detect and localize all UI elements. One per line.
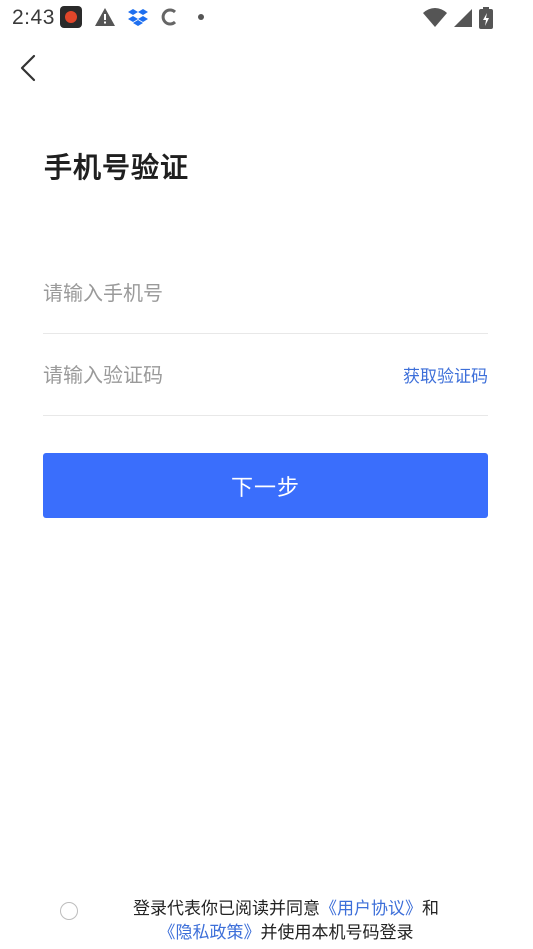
privacy-policy-link[interactable]: 《隐私政策》 bbox=[159, 923, 261, 943]
chevron-left-icon bbox=[20, 54, 36, 82]
next-button[interactable]: 下一步 bbox=[43, 453, 488, 518]
screen: 2:43 手机号验证 请输入手机号 请输入验证码 获取验证码 下一步 登录代表你… bbox=[0, 0, 533, 949]
warning-icon bbox=[95, 8, 115, 26]
agreement-text: 登录代表你已阅读并同意《用户协议》和《隐私政策》并使用本机号码登录 bbox=[86, 897, 486, 945]
battery-icon bbox=[479, 7, 493, 29]
user-agreement-link[interactable]: 《用户协议》 bbox=[320, 899, 422, 919]
app-notification-icon bbox=[60, 6, 82, 28]
phone-input[interactable] bbox=[43, 273, 383, 313]
system-icons bbox=[423, 7, 493, 29]
c-app-icon bbox=[161, 8, 177, 26]
dot-icon bbox=[198, 14, 204, 20]
cell-signal-icon bbox=[454, 9, 472, 27]
agreement-prefix: 登录代表你已阅读并同意 bbox=[133, 899, 320, 919]
notification-icons bbox=[60, 6, 204, 28]
agreement-and: 和 bbox=[422, 899, 439, 919]
status-bar: 2:43 bbox=[0, 0, 533, 36]
agree-checkbox[interactable] bbox=[60, 902, 78, 920]
page-title: 手机号验证 bbox=[44, 151, 190, 184]
dropbox-icon bbox=[128, 9, 148, 26]
wifi-icon bbox=[423, 8, 447, 27]
get-code-button[interactable]: 获取验证码 bbox=[403, 362, 488, 387]
status-time: 2:43 bbox=[12, 6, 55, 29]
agreement-suffix: 并使用本机号码登录 bbox=[260, 923, 414, 943]
phone-field bbox=[43, 253, 488, 334]
verification-code-field: 获取验证码 bbox=[43, 335, 488, 416]
verification-code-input[interactable] bbox=[43, 355, 383, 395]
back-button[interactable] bbox=[14, 52, 46, 84]
